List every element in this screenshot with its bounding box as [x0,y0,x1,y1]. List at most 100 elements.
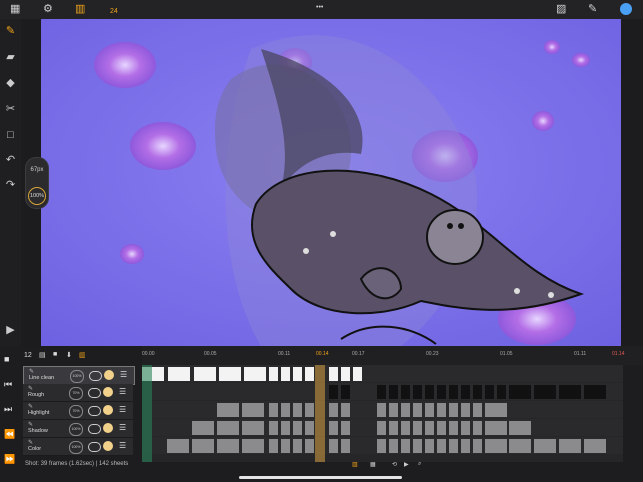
frame-cell[interactable] [389,439,398,453]
layer-row[interactable]: ✎ Rough 70% ☰ [23,384,133,402]
layer-opacity[interactable]: 100% [70,370,84,383]
frame-cell[interactable] [329,385,338,399]
frame-grid[interactable] [142,365,623,462]
frame-cell[interactable] [449,403,458,417]
frame-cell[interactable] [269,421,278,435]
menu-icon[interactable]: ☰ [120,371,127,379]
frame-cell[interactable] [269,439,278,453]
frame-cell[interactable] [413,421,422,435]
frame-cell[interactable] [329,439,338,453]
frame-cell[interactable] [461,385,470,399]
frame-cell[interactable] [584,385,606,399]
frame-cell[interactable] [242,439,264,453]
layer-row[interactable]: ✎ Line clean 100% ☰ [23,366,135,385]
frame-cell[interactable] [401,421,410,435]
frame-cell[interactable] [413,385,422,399]
frame-cell[interactable] [192,439,214,453]
frame-cell[interactable] [293,403,302,417]
menu-icon[interactable]: ☰ [119,388,126,396]
layer-row[interactable]: ✎ Highlight 70% ☰ [23,402,133,420]
frame-cell[interactable] [449,439,458,453]
frame-cell[interactable] [449,385,458,399]
frame-cell[interactable] [281,367,290,381]
frame-cell[interactable] [219,367,241,381]
frame-cell[interactable] [485,403,507,417]
grid-icon[interactable]: ▦ [370,461,376,468]
drawing-canvas[interactable] [41,19,621,346]
play-icon[interactable]: ▶ [4,324,17,337]
frame-cell[interactable] [473,439,482,453]
frame-cell[interactable] [401,439,410,453]
rewind-icon[interactable]: ⏪ [4,429,15,440]
frame-cell[interactable] [437,403,446,417]
frame-cell[interactable] [293,439,302,453]
frame-cell[interactable] [509,439,531,453]
light-table-icon[interactable] [103,423,113,433]
frame-cell[interactable] [584,439,606,453]
frame-cell[interactable] [425,385,434,399]
frame-cell[interactable] [269,403,278,417]
frame-cell[interactable] [341,421,350,435]
import-icon[interactable]: ⬇ [66,351,72,359]
image-icon[interactable]: ▨ [556,3,566,16]
frame-cell[interactable] [377,385,386,399]
frame-cell[interactable] [401,403,410,417]
add-frame-icon[interactable]: ■ [4,354,9,364]
frame-cell[interactable] [341,367,350,381]
frame-cell[interactable] [293,367,302,381]
frame-cell[interactable] [425,421,434,435]
time-ruler[interactable]: 00.00 00.05 00.11 00.14 00.17 00.23 01.0… [142,346,643,365]
frame-cell[interactable] [329,403,338,417]
frame-cell[interactable] [244,367,266,381]
play-range-icon[interactable]: ▶ [404,461,409,468]
frame-cell[interactable] [413,403,422,417]
frame-cell[interactable] [341,403,350,417]
select-icon[interactable]: □ [4,129,17,142]
frame-cell[interactable] [437,385,446,399]
frame-cell[interactable] [389,421,398,435]
frame-cell[interactable] [242,421,264,435]
frame-cell[interactable] [305,421,314,435]
frame-cell[interactable] [377,421,386,435]
frame-cell[interactable] [473,385,482,399]
frame-cell[interactable] [425,403,434,417]
zoom-icon[interactable]: ⌕ [418,461,421,468]
frame-cell[interactable] [242,403,264,417]
frame-cell[interactable] [329,421,338,435]
light-table-icon[interactable] [104,370,114,380]
fast-forward-icon[interactable]: ⏩ [4,454,15,465]
frame-cell[interactable] [293,421,302,435]
playhead[interactable] [315,365,325,462]
frame-rate-label[interactable]: 24 [110,5,118,18]
frame-cell[interactable] [534,385,556,399]
frame-cell[interactable] [305,367,314,381]
brush-opacity-dial[interactable]: 100% [28,187,46,205]
frame-cell[interactable] [305,439,314,453]
color-swatch-icon[interactable] [620,3,632,15]
frame-cell[interactable] [305,403,314,417]
frame-cell[interactable] [559,439,581,453]
brush-size-slider[interactable]: 67px 100% [25,157,49,209]
frame-cell[interactable] [269,367,278,381]
pencil-icon[interactable]: ✎ [4,25,17,38]
layer-row[interactable]: ✎ Shadow 100% ☰ [23,420,133,438]
frame-cell[interactable] [473,421,482,435]
frame-cell[interactable] [413,439,422,453]
menu-icon[interactable]: ☰ [119,406,126,414]
brush-icon[interactable]: ✎ [588,3,597,16]
frame-cell[interactable] [192,421,214,435]
more-menu-icon[interactable]: ••• [316,1,323,14]
frame-cell[interactable] [485,421,507,435]
lasso-icon[interactable]: ✂ [4,103,17,116]
frame-cell[interactable] [485,385,494,399]
frame-cell[interactable] [437,421,446,435]
frame-cell[interactable] [401,385,410,399]
frame-cell[interactable] [461,421,470,435]
frame-cell[interactable] [437,439,446,453]
frame-cell[interactable] [509,385,531,399]
frame-cell[interactable] [377,439,386,453]
filmstrip-icon[interactable]: ▥ [352,461,358,468]
eraser-icon[interactable]: ▰ [4,51,17,64]
frame-cell[interactable] [497,385,506,399]
visibility-eye-icon[interactable] [88,442,101,452]
